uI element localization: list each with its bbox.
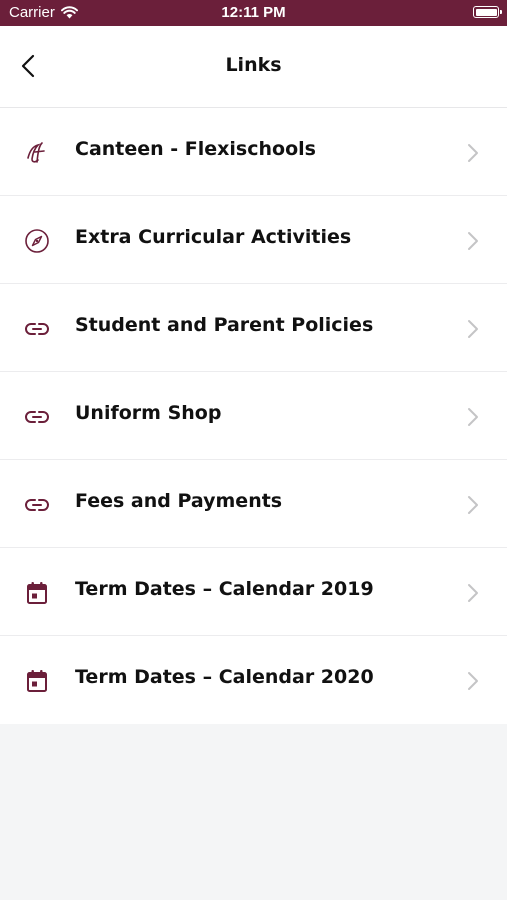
link-item-term-dates-2020[interactable]: Term Dates – Calendar 2020 xyxy=(0,636,507,724)
status-bar: Carrier 12:11 PM xyxy=(0,0,507,26)
links-list: Canteen - Flexischools Extra Curricular … xyxy=(0,108,507,724)
link-item-label: Term Dates – Calendar 2019 xyxy=(75,578,374,600)
link-item-student-and-parent-policies[interactable]: Student and Parent Policies xyxy=(0,284,507,372)
chevron-right-icon xyxy=(468,320,478,338)
link-item-canteen-flexischools[interactable]: Canteen - Flexischools xyxy=(0,108,507,196)
link-item-extra-curricular-activities[interactable]: Extra Curricular Activities xyxy=(0,196,507,284)
link-item-uniform-shop[interactable]: Uniform Shop xyxy=(0,372,507,460)
battery-icon xyxy=(473,6,502,18)
link-icon xyxy=(24,316,50,342)
status-time: 12:11 PM xyxy=(221,4,286,21)
calendar-icon xyxy=(24,580,50,606)
chevron-right-icon xyxy=(468,144,478,162)
chevron-right-icon xyxy=(468,672,478,690)
link-item-label: Student and Parent Policies xyxy=(75,314,374,336)
link-item-label: Canteen - Flexischools xyxy=(75,138,316,160)
link-icon xyxy=(24,492,50,518)
compass-icon xyxy=(24,228,50,254)
flexischools-logo-icon xyxy=(24,140,50,166)
chevron-right-icon xyxy=(468,232,478,250)
link-item-label: Fees and Payments xyxy=(75,490,283,512)
chevron-right-icon xyxy=(468,584,478,602)
chevron-right-icon xyxy=(468,496,478,514)
link-item-label: Uniform Shop xyxy=(75,402,222,424)
link-icon xyxy=(24,404,50,430)
navigation-bar: Links xyxy=(0,26,507,108)
link-item-fees-and-payments[interactable]: Fees and Payments xyxy=(0,460,507,548)
page-title: Links xyxy=(225,54,282,76)
chevron-right-icon xyxy=(468,408,478,426)
calendar-icon xyxy=(24,668,50,694)
link-item-label: Term Dates – Calendar 2020 xyxy=(75,666,374,688)
link-item-term-dates-2019[interactable]: Term Dates – Calendar 2019 xyxy=(0,548,507,636)
link-item-label: Extra Curricular Activities xyxy=(75,226,352,248)
